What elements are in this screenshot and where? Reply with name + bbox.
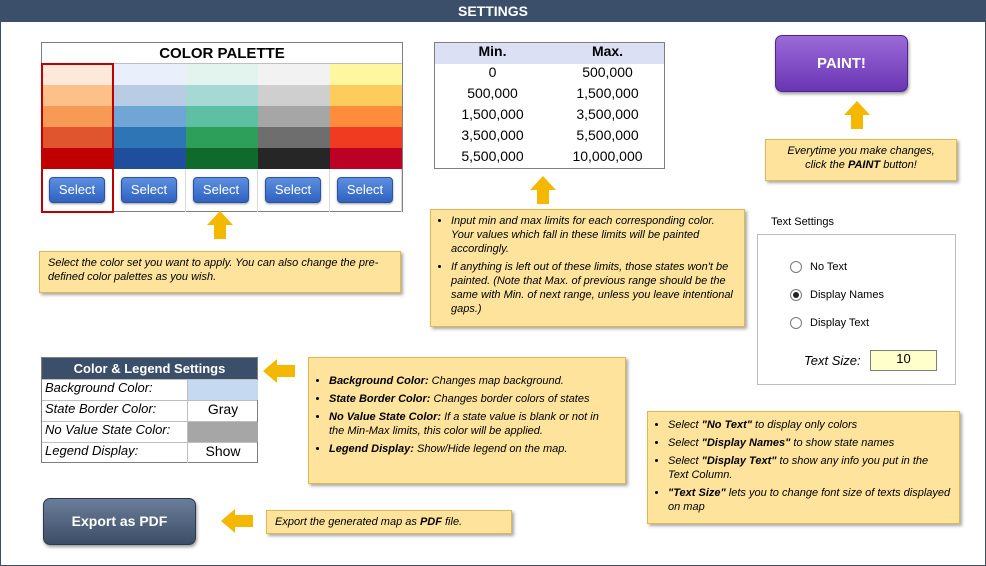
radio-display-text[interactable]: Display Text bbox=[790, 317, 950, 333]
radio-button[interactable] bbox=[790, 289, 802, 301]
setting-value[interactable]: Gray bbox=[187, 401, 258, 421]
palette-column: Select bbox=[186, 64, 258, 212]
max-value-cell[interactable]: 500,000 bbox=[550, 64, 665, 85]
radio-label: No Text bbox=[810, 261, 848, 273]
color-swatch bbox=[258, 148, 330, 169]
color-swatch bbox=[114, 148, 186, 169]
min-value-cell[interactable]: 3,500,000 bbox=[435, 127, 550, 148]
limits-note: Input min and max limits for each corres… bbox=[430, 209, 745, 327]
legend-settings-table: Color & Legend Settings Background Color… bbox=[41, 357, 258, 463]
legend-note-item: State Border Color: Changes border color… bbox=[329, 392, 617, 406]
color-swatch bbox=[330, 85, 402, 106]
max-header: Max. bbox=[591, 43, 624, 59]
legend-note-item: No Value State Color: If a state value i… bbox=[329, 410, 617, 438]
export-note: Export the generated map as PDF file. bbox=[266, 510, 512, 534]
setting-label: Legend Display: bbox=[45, 443, 139, 458]
palette-column: Select bbox=[41, 63, 114, 213]
radio-label: Display Text bbox=[810, 317, 870, 329]
setting-value[interactable] bbox=[187, 422, 258, 442]
select-palette-button[interactable]: Select bbox=[265, 177, 321, 203]
max-value-cell[interactable]: 1,500,000 bbox=[550, 85, 665, 106]
color-swatch bbox=[186, 148, 258, 169]
setting-value[interactable]: Show bbox=[187, 443, 258, 463]
min-header: Min. bbox=[478, 43, 507, 59]
color-swatch bbox=[330, 148, 402, 169]
color-swatch bbox=[258, 127, 330, 148]
color-swatch bbox=[114, 85, 186, 106]
min-value-cell[interactable]: 1,500,000 bbox=[435, 106, 550, 127]
radio-display-names[interactable]: Display Names bbox=[790, 289, 950, 305]
min-value-cell[interactable]: 0 bbox=[435, 64, 550, 85]
text-settings-title: Text Settings bbox=[768, 216, 837, 228]
paint-note: Everytime you make changes, click the PA… bbox=[765, 139, 957, 181]
color-swatch bbox=[258, 106, 330, 127]
radio-button[interactable] bbox=[790, 261, 802, 273]
legend-settings-row: Background Color: bbox=[42, 379, 258, 400]
legend-settings-row: State Border Color: Gray bbox=[42, 400, 257, 421]
setting-label: Background Color: bbox=[45, 380, 153, 395]
radio-label: Display Names bbox=[810, 289, 884, 301]
color-swatch bbox=[330, 64, 402, 85]
text-size-input[interactable]: 10 bbox=[870, 350, 937, 371]
palette-column: Select bbox=[330, 64, 402, 212]
color-palette: COLOR PALETTE Select Select Select Select Se… bbox=[41, 42, 403, 213]
select-palette-button[interactable]: Select bbox=[121, 177, 177, 203]
color-swatch bbox=[258, 64, 330, 85]
color-swatch bbox=[114, 106, 186, 127]
text-note-item: "Text Size" lets you to change font size… bbox=[668, 486, 951, 514]
color-swatch bbox=[114, 127, 186, 148]
radio-no-text[interactable]: No Text bbox=[790, 261, 950, 277]
max-value-cell[interactable]: 3,500,000 bbox=[550, 106, 665, 127]
palette-title: COLOR PALETTE bbox=[42, 43, 402, 64]
arrow-up-icon bbox=[844, 101, 870, 129]
color-swatch bbox=[186, 85, 258, 106]
setting-label: State Border Color: bbox=[45, 401, 157, 416]
limits-note-item: Input min and max limits for each corres… bbox=[451, 214, 736, 256]
arrow-up-icon bbox=[207, 211, 233, 239]
text-note: Select "No Text" to display only colors S… bbox=[647, 411, 960, 524]
legend-note-item: Legend Display: Show/Hide legend on the … bbox=[329, 442, 617, 456]
limits-note-item: If anything is left out of these limits,… bbox=[451, 260, 736, 316]
color-swatch bbox=[186, 64, 258, 85]
arrow-left-icon bbox=[221, 509, 253, 533]
legend-settings-title: Color & Legend Settings bbox=[42, 358, 257, 379]
arrow-left-icon bbox=[263, 359, 295, 383]
select-palette-button[interactable]: Select bbox=[337, 177, 393, 203]
color-swatch bbox=[330, 106, 402, 127]
radio-button[interactable] bbox=[790, 317, 802, 329]
legend-note: Background Color: Changes map background… bbox=[308, 357, 626, 484]
text-note-item: Select "Display Names" to show state nam… bbox=[668, 436, 951, 450]
setting-value[interactable] bbox=[187, 380, 258, 400]
page-title: SETTINGS bbox=[0, 0, 986, 22]
setting-label: No Value State Color: bbox=[45, 422, 171, 437]
max-value-cell[interactable]: 10,000,000 bbox=[550, 148, 665, 169]
legend-note-item: Background Color: Changes map background… bbox=[329, 374, 617, 388]
min-value-cell[interactable]: 500,000 bbox=[435, 85, 550, 106]
min-value-cell[interactable]: 5,500,000 bbox=[435, 148, 550, 169]
palette-column: Select bbox=[114, 64, 186, 212]
palette-column: Select bbox=[258, 64, 330, 212]
color-swatch bbox=[186, 106, 258, 127]
arrow-up-icon bbox=[530, 176, 556, 204]
limits-header: Min. Max. bbox=[435, 43, 664, 64]
palette-note: Select the color set you want to apply. … bbox=[39, 251, 401, 293]
text-note-item: Select "No Text" to display only colors bbox=[668, 418, 951, 432]
selected-palette-frame bbox=[41, 63, 114, 213]
color-swatch bbox=[330, 127, 402, 148]
color-swatch bbox=[258, 85, 330, 106]
export-pdf-button[interactable]: Export as PDF bbox=[43, 498, 196, 545]
color-swatch bbox=[186, 127, 258, 148]
text-size-label: Text Size: bbox=[804, 353, 861, 368]
legend-settings-row: No Value State Color: bbox=[42, 421, 258, 442]
select-palette-button[interactable]: Select bbox=[193, 177, 249, 203]
color-swatch bbox=[114, 64, 186, 85]
max-value-cell[interactable]: 5,500,000 bbox=[550, 127, 665, 148]
legend-settings-row: Legend Display: Show bbox=[42, 442, 257, 463]
text-note-item: Select "Display Text" to show any info y… bbox=[668, 454, 951, 482]
limits-table: Min. Max. 0 500,000 500,000 1,500,000 1,500,… bbox=[434, 42, 665, 169]
paint-button[interactable]: PAINT! bbox=[775, 35, 908, 92]
